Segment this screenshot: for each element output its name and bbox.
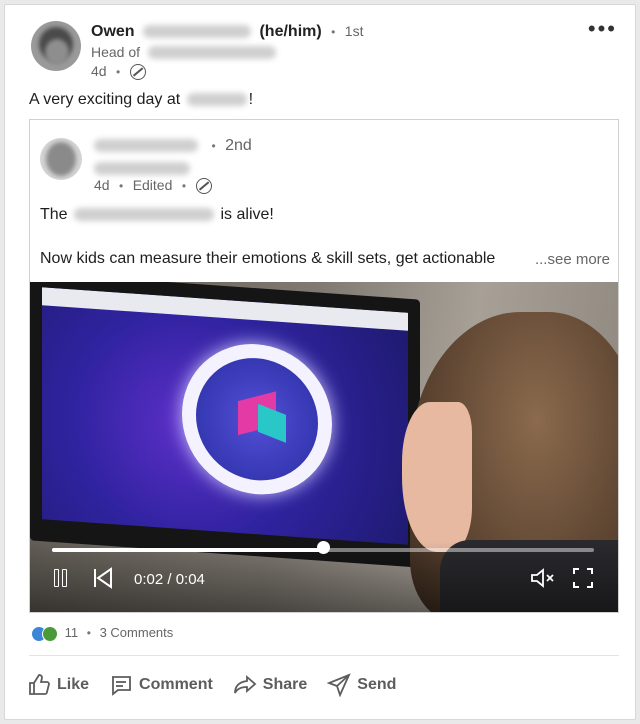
video-frame-monitor <box>30 282 420 568</box>
divider <box>29 655 619 656</box>
video-time: 0:02 / 0:04 <box>134 571 205 588</box>
comment-button[interactable]: Comment <box>109 673 213 697</box>
post-text: A very exciting day at ! <box>29 91 254 108</box>
redacted-headline <box>94 162 190 176</box>
reaction-count[interactable]: 11 <box>65 625 79 640</box>
post-meta: 4d • <box>91 63 146 81</box>
separator-dot: • <box>211 139 216 153</box>
separator-dot: • <box>86 626 91 640</box>
redacted-headline <box>147 46 276 60</box>
redacted-company <box>186 93 247 107</box>
send-icon <box>327 673 352 697</box>
fullscreen-icon[interactable] <box>572 567 594 593</box>
share-button[interactable]: Share <box>233 673 307 697</box>
connection-degree: 1st <box>344 23 364 39</box>
shared-text-line2: Now kids can measure their emotions & sk… <box>40 250 496 267</box>
more-options-icon[interactable]: ••• <box>588 18 617 40</box>
comment-count[interactable]: 3 Comments <box>100 625 174 640</box>
author-pronouns: (he/him) <box>259 23 322 40</box>
pause-icon[interactable] <box>54 569 70 591</box>
redacted-surname <box>143 25 252 39</box>
shared-text-line1: The is alive! <box>40 206 274 223</box>
shared-post[interactable]: • 2nd 4d • Edited • The is alive! Now ki… <box>29 119 619 613</box>
send-button[interactable]: Send <box>327 673 396 697</box>
see-more-link[interactable]: ...see more <box>535 251 610 268</box>
feed-post-card: Owen (he/him) • 1st Head of 4d • ••• A v… <box>4 4 636 720</box>
redacted-author-name <box>94 139 198 153</box>
restart-icon[interactable] <box>92 567 114 593</box>
author-avatar[interactable] <box>31 21 81 71</box>
post-age: 4d <box>91 63 107 79</box>
separator-dot: • <box>181 179 187 193</box>
shared-author-line: • 2nd <box>94 137 252 155</box>
shared-author-avatar[interactable] <box>40 138 82 180</box>
like-button[interactable]: Like <box>27 673 89 697</box>
globe-icon <box>129 63 146 80</box>
separator-dot: • <box>119 179 124 193</box>
volume-muted-icon[interactable] <box>530 567 556 593</box>
celebrate-reaction-icon <box>42 625 58 642</box>
edited-label: Edited <box>132 177 173 193</box>
social-counts[interactable]: 11 • 3 Comments <box>31 625 173 642</box>
share-icon <box>233 675 257 694</box>
video-progress-fill <box>52 548 323 552</box>
separator-dot: • <box>331 25 336 39</box>
shared-author-headline <box>94 160 190 178</box>
like-icon <box>29 674 50 695</box>
post-actions: Like Comment Share Send <box>27 673 396 697</box>
author-line: Owen (he/him) • 1st <box>91 23 363 41</box>
shared-post-meta: 4d • Edited • <box>94 177 212 195</box>
video-player[interactable]: 0:02 / 0:04 <box>30 282 618 612</box>
comment-icon <box>112 676 131 696</box>
author-headline: Head of <box>91 44 276 62</box>
author-name[interactable]: Owen <box>91 23 135 40</box>
separator-dot: • <box>116 65 121 79</box>
redacted-product <box>74 208 215 222</box>
connection-degree: 2nd <box>225 137 252 154</box>
globe-icon <box>195 177 212 194</box>
video-scrubber-handle[interactable] <box>317 541 330 554</box>
post-age: 4d <box>94 177 110 193</box>
